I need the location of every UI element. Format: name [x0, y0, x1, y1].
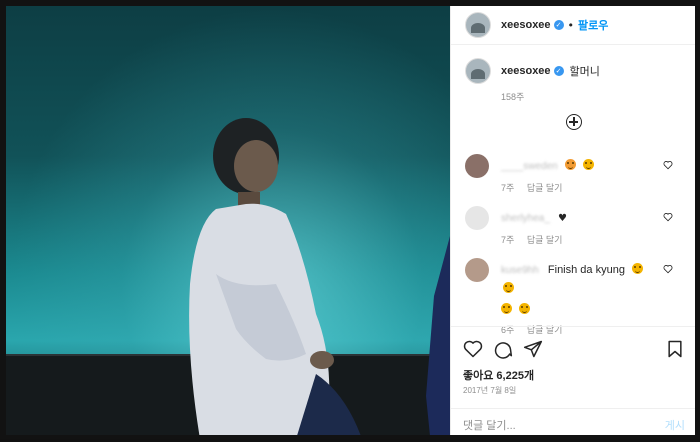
share-icon[interactable] [523, 339, 543, 359]
follow-button[interactable]: 팔로우 [578, 17, 608, 33]
post-header: xeesoxee ✓ • 팔로우 [451, 6, 695, 45]
comment-time: 7주 [501, 183, 515, 193]
verified-icon: ✓ [553, 66, 564, 76]
comment-text: Finish da kyung [547, 264, 625, 276]
commenter-avatar[interactable] [465, 206, 489, 230]
add-circle-icon[interactable] [566, 114, 582, 130]
yum-emoji [503, 282, 514, 293]
caption: xeesoxee ✓ 할머니 158주 [465, 58, 685, 103]
comment-icon[interactable] [493, 339, 513, 359]
caption-text: 할머니 [569, 66, 600, 78]
bystander-figure [426, 236, 450, 435]
commenter-avatar[interactable] [465, 258, 489, 282]
commenter-name[interactable]: kuse9hh [501, 265, 539, 276]
post-photo[interactable] [6, 6, 450, 435]
star-struck-emoji [564, 159, 576, 170]
yum-emoji [582, 159, 594, 170]
save-icon[interactable] [665, 339, 685, 359]
yum-emoji [501, 303, 512, 314]
commenter-name[interactable]: sherlyhea_ [501, 213, 550, 224]
instagram-post-window: xeesoxee ✓ • 팔로우 xeesoxee ✓ 할머니 158주 ___… [0, 0, 700, 439]
commenter-avatar[interactable] [465, 154, 489, 178]
separator-dot: • [567, 18, 575, 32]
reply-button[interactable]: 답글 달기 [527, 183, 563, 193]
likes-count[interactable]: 좋아요 6,225개 [463, 367, 534, 383]
grandmother-figure [189, 118, 361, 435]
commenter-name[interactable]: ____sweden [501, 161, 558, 172]
reply-button[interactable]: 답글 달기 [527, 235, 563, 245]
post-button[interactable]: 게시 [665, 417, 685, 433]
heart-small-icon[interactable] [663, 212, 673, 222]
black-heart-emoji: ♥ [558, 213, 567, 224]
comment-input[interactable]: 댓글 달기... [463, 417, 516, 433]
avatar[interactable] [465, 12, 491, 38]
yum-emoji [632, 263, 644, 274]
like-icon[interactable] [463, 339, 483, 359]
action-bar: 좋아요 6,225개 2017년 7월 8일 댓글 달기... 게시 [451, 326, 695, 442]
caption-username[interactable]: xeesoxee [501, 65, 551, 77]
post-side-panel: xeesoxee ✓ • 팔로우 xeesoxee ✓ 할머니 158주 ___… [450, 6, 695, 435]
add-comment-bar: 댓글 달기... 게시 [451, 408, 695, 438]
caption-time: 158주 [501, 92, 525, 102]
caption-avatar[interactable] [465, 58, 491, 84]
yum-emoji [519, 303, 531, 314]
heart-small-icon[interactable] [663, 264, 673, 274]
comment-time: 7주 [501, 235, 515, 245]
post-date: 2017년 7월 8일 [463, 386, 517, 395]
verified-icon: ✓ [553, 20, 564, 30]
header-username[interactable]: xeesoxee [501, 19, 551, 31]
heart-small-icon[interactable] [663, 160, 673, 170]
